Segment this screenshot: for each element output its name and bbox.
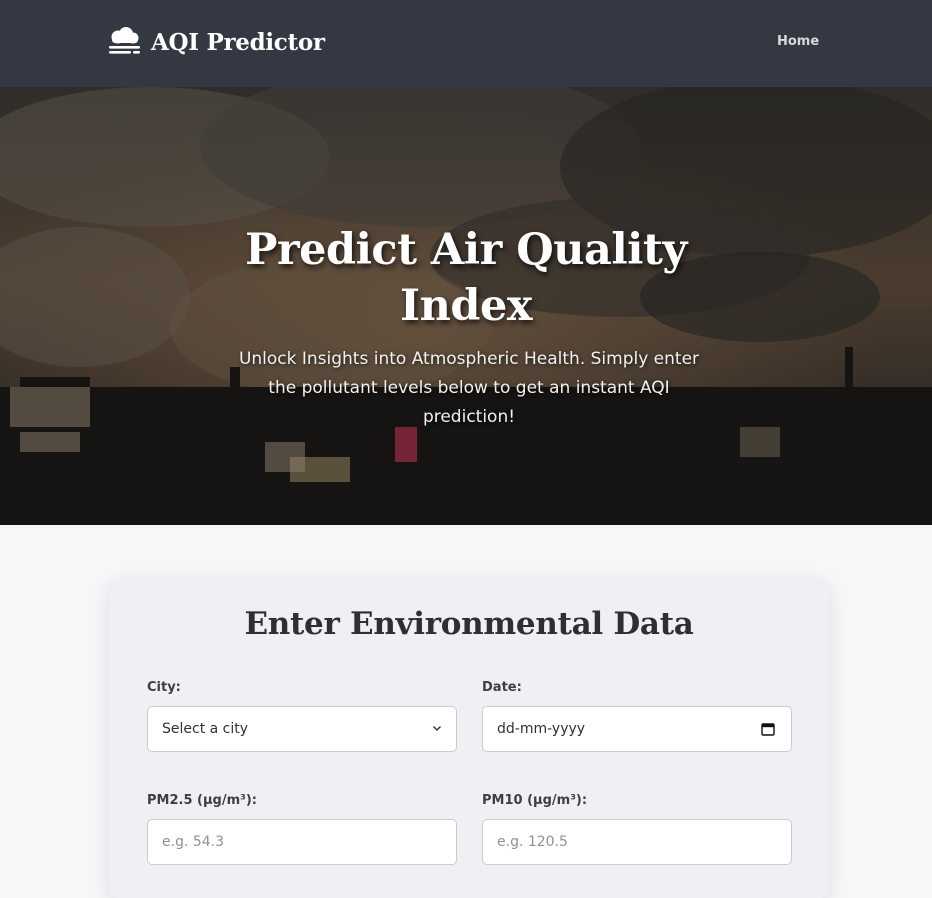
brand-logo[interactable]: AQI Predictor (108, 27, 325, 57)
data-entry-card: Enter Environmental Data City: Select a … (109, 578, 829, 898)
smog-icon (109, 27, 140, 54)
date-input-value: dd-mm-yyyy (497, 721, 586, 737)
date-label: Date: (482, 680, 522, 695)
calendar-icon[interactable] (761, 722, 775, 736)
brand-name: AQI Predictor (151, 28, 325, 56)
city-select-value: Select a city (162, 721, 249, 737)
pm25-placeholder: e.g. 54.3 (162, 834, 225, 850)
pm25-input[interactable]: e.g. 54.3 (147, 819, 457, 865)
city-label: City: (147, 680, 181, 695)
nav-home-link[interactable]: Home (777, 34, 819, 49)
pm10-input[interactable]: e.g. 120.5 (482, 819, 792, 865)
hero-section: Predict Air Quality Index Unlock Insight… (0, 87, 932, 525)
hero-title: Predict Air Quality Index (245, 225, 687, 331)
hero-subtitle: Unlock Insights into Atmospheric Health.… (238, 349, 700, 427)
city-select[interactable]: Select a city (147, 706, 457, 752)
pm25-label: PM2.5 (µg/m³): (147, 793, 257, 808)
navbar: AQI Predictor Home (0, 0, 932, 87)
chevron-down-icon (433, 726, 441, 731)
form-title: Enter Environmental Data (244, 606, 694, 642)
pm10-placeholder: e.g. 120.5 (497, 834, 568, 850)
pm10-label: PM10 (µg/m³): (482, 793, 588, 808)
date-input[interactable]: dd-mm-yyyy (482, 706, 792, 752)
